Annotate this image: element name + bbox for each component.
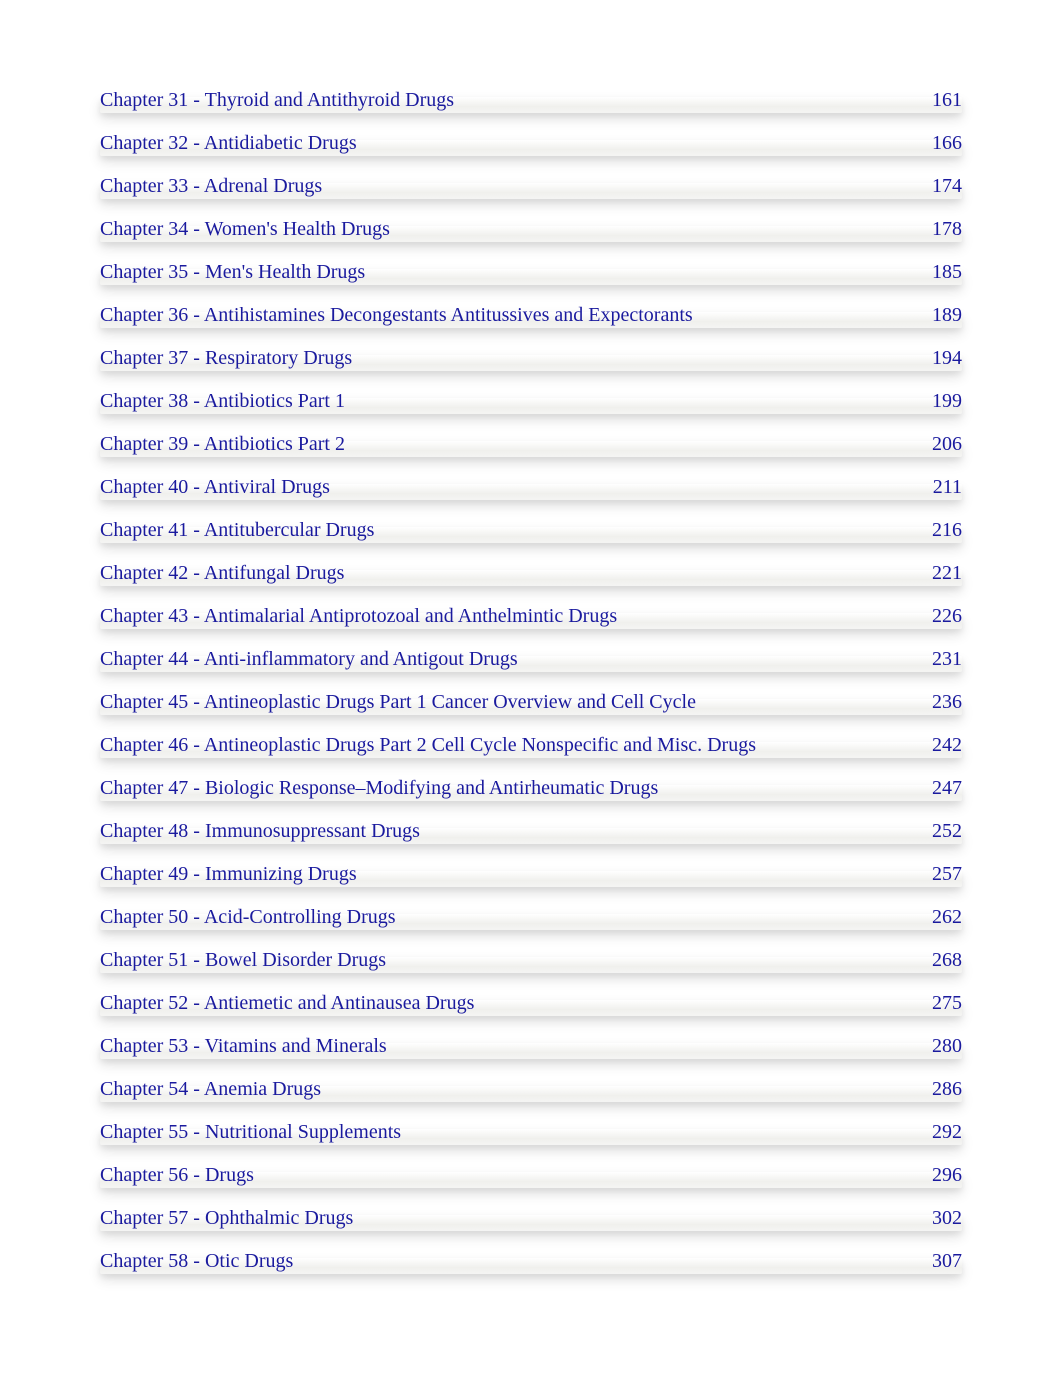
toc-entry[interactable]: Chapter 45 - Antineoplastic Drugs Part 1… (100, 687, 962, 717)
toc-entry[interactable]: Chapter 50 - Acid-Controlling Drugs 262 (100, 902, 962, 932)
toc-entry-page: 185 (912, 257, 962, 287)
toc-entry-title: Chapter 47 - Biologic Response–Modifying… (100, 773, 658, 803)
toc-entry[interactable]: Chapter 40 - Antiviral Drugs 211 (100, 472, 962, 502)
toc-entry-title: Chapter 51 - Bowel Disorder Drugs (100, 945, 386, 975)
toc-entry[interactable]: Chapter 58 - Otic Drugs 307 (100, 1246, 962, 1276)
toc-entry-page: 307 (912, 1246, 962, 1276)
toc-entry-title: Chapter 33 - Adrenal Drugs (100, 171, 322, 201)
toc-entry-title: Chapter 35 - Men's Health Drugs (100, 257, 365, 287)
toc-entry[interactable]: Chapter 57 - Ophthalmic Drugs 302 (100, 1203, 962, 1233)
toc-entry-page: 174 (912, 171, 962, 201)
toc-entry-title: Chapter 43 - Antimalarial Antiprotozoal … (100, 601, 617, 631)
toc-entry-page: 236 (912, 687, 962, 717)
toc-entry[interactable]: Chapter 41 - Antitubercular Drugs 216 (100, 515, 962, 545)
toc-entry[interactable]: Chapter 37 - Respiratory Drugs 194 (100, 343, 962, 373)
toc-entry-title: Chapter 55 - Nutritional Supplements (100, 1117, 401, 1147)
toc-entry-title: Chapter 32 - Antidiabetic Drugs (100, 128, 357, 158)
toc-entry-title: Chapter 44 - Anti-inflammatory and Antig… (100, 644, 518, 674)
toc-entry[interactable]: Chapter 55 - Nutritional Supplements 292 (100, 1117, 962, 1147)
toc-entry-title: Chapter 57 - Ophthalmic Drugs (100, 1203, 353, 1233)
toc-entry[interactable]: Chapter 46 - Antineoplastic Drugs Part 2… (100, 730, 962, 760)
toc-entry-title: Chapter 53 - Vitamins and Minerals (100, 1031, 387, 1061)
toc-entry-title: Chapter 39 - Antibiotics Part 2 (100, 429, 345, 459)
toc-entry[interactable]: Chapter 31 - Thyroid and Antithyroid Dru… (100, 85, 962, 115)
toc-entry-page: 221 (912, 558, 962, 588)
toc-entry[interactable]: Chapter 48 - Immunosuppressant Drugs 252 (100, 816, 962, 846)
toc-entry[interactable]: Chapter 32 - Antidiabetic Drugs 166 (100, 128, 962, 158)
toc-entry[interactable]: Chapter 34 - Women's Health Drugs 178 (100, 214, 962, 244)
toc-entry-page: 211 (913, 472, 962, 502)
toc-page: Chapter 31 - Thyroid and Antithyroid Dru… (0, 0, 1062, 1369)
toc-entry-title: Chapter 48 - Immunosuppressant Drugs (100, 816, 420, 846)
toc-entry-page: 189 (912, 300, 962, 330)
toc-entry-page: 296 (912, 1160, 962, 1190)
toc-entry-page: 206 (912, 429, 962, 459)
toc-entry[interactable]: Chapter 51 - Bowel Disorder Drugs 268 (100, 945, 962, 975)
toc-entry-page: 280 (912, 1031, 962, 1061)
toc-entry-page: 252 (912, 816, 962, 846)
toc-entry-title: Chapter 34 - Women's Health Drugs (100, 214, 390, 244)
toc-entry-page: 292 (912, 1117, 962, 1147)
toc-entry-title: Chapter 38 - Antibiotics Part 1 (100, 386, 345, 416)
toc-entry[interactable]: Chapter 52 - Antiemetic and Antinausea D… (100, 988, 962, 1018)
toc-entry-page: 242 (912, 730, 962, 760)
toc-entry-title: Chapter 46 - Antineoplastic Drugs Part 2… (100, 730, 912, 760)
toc-entry[interactable]: Chapter 33 - Adrenal Drugs 174 (100, 171, 962, 201)
toc-entry-page: 216 (912, 515, 962, 545)
toc-entry-title: Chapter 49 - Immunizing Drugs (100, 859, 357, 889)
toc-entry[interactable]: Chapter 47 - Biologic Response–Modifying… (100, 773, 962, 803)
toc-entry-page: 166 (912, 128, 962, 158)
toc-entry-title: Chapter 58 - Otic Drugs (100, 1246, 293, 1276)
toc-entry-title: Chapter 41 - Antitubercular Drugs (100, 515, 374, 545)
toc-entry[interactable]: Chapter 35 - Men's Health Drugs 185 (100, 257, 962, 287)
toc-entry-title: Chapter 42 - Antifungal Drugs (100, 558, 344, 588)
toc-entry-page: 286 (912, 1074, 962, 1104)
toc-entry-title: Chapter 45 - Antineoplastic Drugs Part 1… (100, 687, 696, 717)
toc-entry-title: Chapter 50 - Acid-Controlling Drugs (100, 902, 396, 932)
toc-entry-title: Chapter 56 - Drugs (100, 1160, 254, 1190)
toc-entry-page: 262 (912, 902, 962, 932)
toc-entry[interactable]: Chapter 54 - Anemia Drugs 286 (100, 1074, 962, 1104)
toc-list: Chapter 31 - Thyroid and Antithyroid Dru… (100, 85, 962, 1276)
toc-entry-page: 178 (912, 214, 962, 244)
toc-entry-page: 161 (912, 85, 962, 115)
toc-entry[interactable]: Chapter 53 - Vitamins and Minerals 280 (100, 1031, 962, 1061)
toc-entry-page: 199 (912, 386, 962, 416)
toc-entry[interactable]: Chapter 43 - Antimalarial Antiprotozoal … (100, 601, 962, 631)
toc-entry[interactable]: Chapter 42 - Antifungal Drugs 221 (100, 558, 962, 588)
toc-entry-page: 231 (912, 644, 962, 674)
toc-entry-title: Chapter 40 - Antiviral Drugs (100, 472, 330, 502)
toc-entry-page: 194 (912, 343, 962, 373)
toc-entry-page: 302 (912, 1203, 962, 1233)
toc-entry-title: Chapter 54 - Anemia Drugs (100, 1074, 321, 1104)
toc-entry-page: 247 (912, 773, 962, 803)
toc-entry-page: 257 (912, 859, 962, 889)
toc-entry-page: 226 (912, 601, 962, 631)
toc-entry[interactable]: Chapter 49 - Immunizing Drugs 257 (100, 859, 962, 889)
toc-entry[interactable]: Chapter 56 - Drugs 296 (100, 1160, 962, 1190)
toc-entry-title: Chapter 37 - Respiratory Drugs (100, 343, 352, 373)
toc-entry-page: 275 (912, 988, 962, 1018)
toc-entry-title: Chapter 36 - Antihistamines Decongestant… (100, 300, 693, 330)
toc-entry[interactable]: Chapter 44 - Anti-inflammatory and Antig… (100, 644, 962, 674)
toc-entry[interactable]: Chapter 36 - Antihistamines Decongestant… (100, 300, 962, 330)
toc-entry[interactable]: Chapter 39 - Antibiotics Part 2 206 (100, 429, 962, 459)
toc-entry[interactable]: Chapter 38 - Antibiotics Part 1 199 (100, 386, 962, 416)
toc-entry-title: Chapter 52 - Antiemetic and Antinausea D… (100, 988, 474, 1018)
toc-entry-page: 268 (912, 945, 962, 975)
toc-entry-title: Chapter 31 - Thyroid and Antithyroid Dru… (100, 85, 454, 115)
